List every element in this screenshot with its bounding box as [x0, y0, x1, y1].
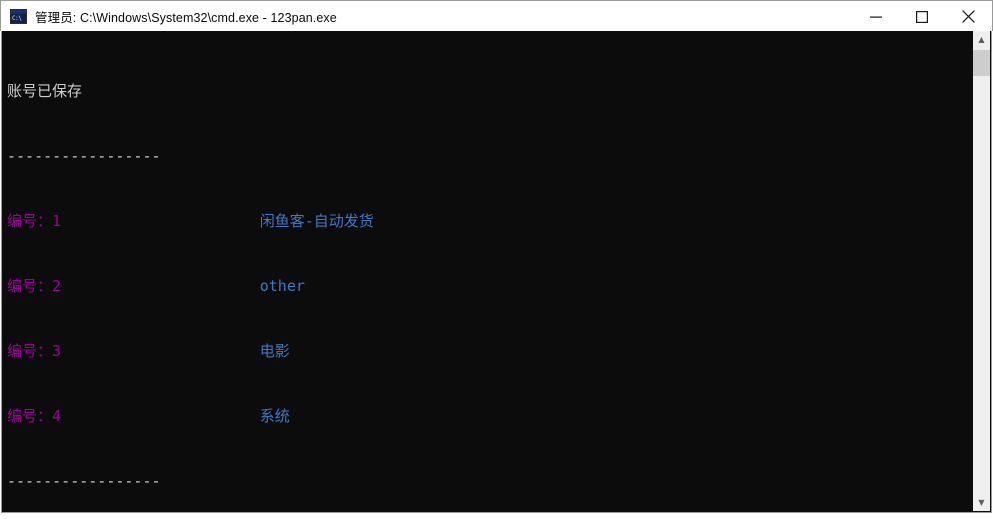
- desktop-background: [0, 514, 993, 519]
- pad: [61, 342, 260, 360]
- scroll-down-button[interactable]: ▼: [973, 494, 990, 511]
- separator: -----------------: [7, 146, 161, 165]
- maximize-button[interactable]: [899, 2, 945, 31]
- entry-index: 3: [52, 341, 62, 360]
- scrollbar-track[interactable]: [973, 48, 990, 494]
- entry-index: 2: [52, 276, 62, 295]
- cmd-icon-prompt: C:\: [11, 13, 26, 23]
- entry-name: 系统: [259, 406, 290, 425]
- entry-name: 闲鱼客-自动发货: [259, 211, 374, 230]
- close-icon: [961, 10, 975, 23]
- entry-name: 电影: [259, 341, 290, 360]
- entry-label: 编号：: [7, 341, 53, 360]
- cmd-window: C:\ 管理员: C:\Windows\System32\cmd.exe - 1…: [0, 0, 993, 519]
- entry-label: 编号：: [7, 276, 53, 295]
- status-line: 账号已保存: [7, 83, 959, 99]
- list-item: 编号：3 电影: [7, 343, 959, 359]
- pad: [61, 277, 260, 295]
- list-item: 编号：1 闲鱼客-自动发货: [7, 213, 959, 229]
- window-controls: [853, 2, 991, 31]
- minimize-icon: [870, 16, 882, 18]
- scroll-up-button[interactable]: ▲: [973, 31, 990, 48]
- chevron-down-icon: ▼: [978, 497, 985, 507]
- separator: -----------------: [7, 471, 161, 490]
- entry-index: 1: [52, 211, 62, 230]
- cmd-icon: C:\: [10, 8, 27, 24]
- vertical-scrollbar[interactable]: ▲ ▼: [973, 31, 990, 511]
- title-bar[interactable]: C:\ 管理员: C:\Windows\System32\cmd.exe - 1…: [0, 0, 993, 31]
- terminal-output[interactable]: 账号已保存 ----------------- 编号：1 闲鱼客-自动发货 编号…: [2, 31, 959, 511]
- chevron-up-icon: ▲: [978, 34, 985, 44]
- console-client-area[interactable]: 账号已保存 ----------------- 编号：1 闲鱼客-自动发货 编号…: [1, 31, 992, 513]
- pad: [61, 407, 260, 425]
- window-title: 管理员: C:\Windows\System32\cmd.exe - 123pa…: [35, 10, 337, 25]
- entry-label: 编号：: [7, 211, 53, 230]
- entry-index: 4: [52, 406, 62, 425]
- entry-label: 编号：: [7, 406, 53, 425]
- pad: [61, 212, 260, 230]
- status-text: 账号已保存: [7, 81, 83, 100]
- minimize-button[interactable]: [853, 2, 899, 31]
- maximize-icon: [916, 10, 928, 23]
- close-button[interactable]: [945, 2, 991, 31]
- scrollbar-thumb[interactable]: [973, 50, 990, 76]
- list-item: 编号：4 系统: [7, 408, 959, 424]
- list-item: 编号：2 other: [7, 278, 959, 294]
- entry-name: other: [259, 276, 305, 295]
